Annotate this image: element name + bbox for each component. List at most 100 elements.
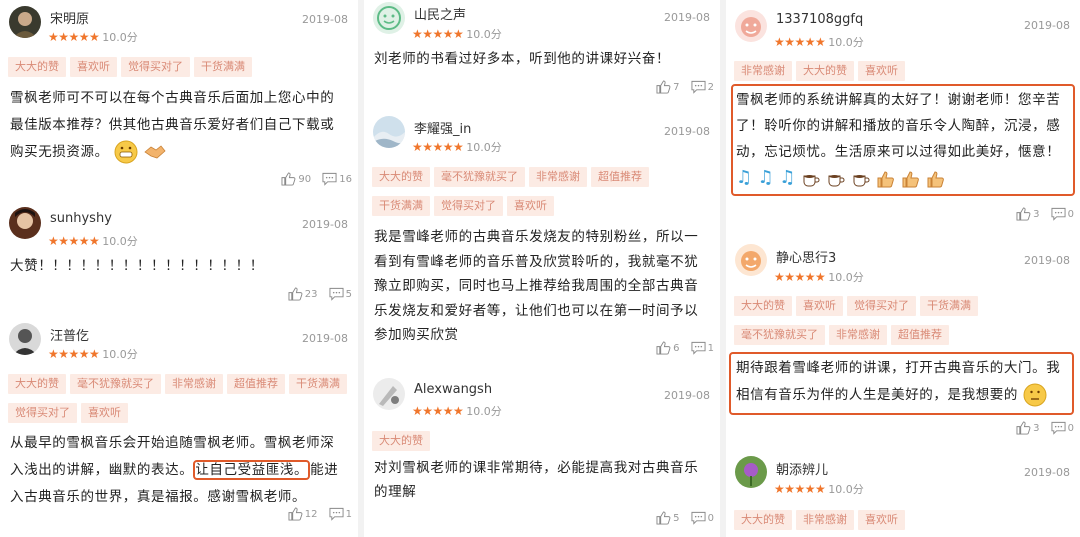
tag[interactable]: 大大的赞	[796, 61, 854, 81]
rating-stars: ★★★★★ 10.0分	[412, 404, 502, 418]
tag[interactable]: 大大的赞	[734, 510, 792, 530]
tag[interactable]: 大大的赞	[8, 374, 66, 394]
like-count: 3	[1033, 422, 1040, 434]
thumbs-up-icon[interactable]	[1016, 207, 1031, 221]
tag[interactable]: 喜欢听	[81, 403, 128, 423]
user-avatar[interactable]	[735, 10, 767, 42]
tag[interactable]: 大大的赞	[372, 431, 430, 451]
coffee-emoji-icon	[803, 175, 820, 187]
review-actions: 7 2	[648, 80, 714, 94]
tag[interactable]: 觉得买对了	[121, 57, 190, 77]
tag[interactable]: 觉得买对了	[8, 403, 77, 423]
tag[interactable]: 超值推荐	[591, 167, 649, 187]
thumbs-up-emoji-icon	[927, 171, 944, 188]
user-avatar[interactable]	[9, 207, 41, 239]
user-avatar[interactable]	[9, 6, 41, 38]
comment-icon[interactable]	[1051, 421, 1066, 435]
review-actions: 90 16	[273, 172, 352, 186]
comment-icon[interactable]	[322, 172, 337, 186]
thumbs-up-icon[interactable]	[1016, 421, 1031, 435]
tag[interactable]: 干货满满	[289, 374, 347, 394]
thinking-face-emoji-icon	[1023, 383, 1047, 407]
handshake-emoji-icon	[143, 145, 166, 159]
tag[interactable]: 非常感谢	[734, 61, 792, 81]
tag[interactable]: 非常感谢	[529, 167, 587, 187]
comment-icon[interactable]	[691, 341, 706, 355]
review-date: 2019-08	[1024, 254, 1070, 267]
thumbs-up-icon[interactable]	[288, 287, 303, 301]
tag[interactable]: 大大的赞	[372, 167, 430, 187]
tag[interactable]: 喜欢听	[70, 57, 117, 77]
like-count: 23	[304, 288, 318, 300]
rating-score: 10.0分	[102, 348, 138, 361]
comment-count: 0	[1067, 422, 1074, 434]
thumbs-up-icon[interactable]	[656, 341, 671, 355]
review-date: 2019-08	[664, 125, 710, 138]
review-date: 2019-08	[302, 13, 348, 26]
tag[interactable]: 喜欢听	[796, 296, 843, 316]
tag[interactable]: 大大的赞	[734, 296, 792, 316]
tag-list: 大大的赞	[372, 429, 714, 458]
comment-count: 1	[707, 342, 714, 354]
review-text: 雪枫老师的系统讲解真的太好了！谢谢老师！您辛苦了！聆听你的讲解和播放的音乐令人陶…	[736, 92, 1061, 188]
rating-score: 10.0分	[466, 405, 502, 418]
user-avatar[interactable]	[373, 2, 405, 34]
username[interactable]: Alexwangsh	[414, 382, 492, 397]
coffee-emoji-icon	[828, 175, 845, 187]
user-avatar[interactable]	[735, 456, 767, 488]
user-avatar[interactable]	[9, 323, 41, 355]
username[interactable]: 汪普仡	[50, 325, 89, 344]
review-text: 大赞！！！！！！！！！！！！！！！！	[10, 258, 264, 274]
tag[interactable]: 非常感谢	[165, 374, 223, 394]
username[interactable]: 李耀强_in	[414, 118, 471, 137]
username[interactable]: 朝添辨儿	[776, 459, 828, 478]
tag[interactable]: 觉得买对了	[434, 196, 503, 216]
tag[interactable]: 觉得买对了	[847, 296, 916, 316]
thumbs-up-icon[interactable]	[656, 511, 671, 525]
tag[interactable]: 毫不犹豫就买了	[70, 374, 161, 394]
user-avatar[interactable]	[735, 244, 767, 276]
tag[interactable]: 毫不犹豫就买了	[734, 325, 825, 345]
username[interactable]: 宋明原	[50, 8, 89, 27]
tag[interactable]: 非常感谢	[829, 325, 887, 345]
tag[interactable]: 非常感谢	[796, 510, 854, 530]
user-avatar[interactable]	[373, 116, 405, 148]
comment-count: 5	[345, 288, 352, 300]
comment-icon[interactable]	[329, 507, 344, 521]
tag[interactable]: 喜欢听	[507, 196, 554, 216]
review-text: 我是雪峰老师的古典音乐发烧友的特别粉丝，所以一看到有雪峰老师的音乐普及欣赏聆听的…	[374, 229, 699, 343]
user-avatar[interactable]	[373, 378, 405, 410]
tag[interactable]: 大大的赞	[8, 57, 66, 77]
tag[interactable]: 干货满满	[372, 196, 430, 216]
thumbs-up-icon[interactable]	[656, 80, 671, 94]
review-date: 2019-08	[302, 332, 348, 345]
comment-icon[interactable]	[1051, 207, 1066, 221]
review-column-2: 山民之声 2019-08 ★★★★★ 10.0分 刘老师的书看过好多本，听到他的讲…	[364, 0, 720, 537]
tag[interactable]: 喜欢听	[858, 510, 905, 530]
thumbs-up-icon[interactable]	[288, 507, 303, 521]
tag[interactable]: 超值推荐	[891, 325, 949, 345]
tag[interactable]: 毫不犹豫就买了	[434, 167, 525, 187]
rating-score: 10.0分	[466, 141, 502, 154]
username[interactable]: 1337108ggfq	[776, 12, 863, 27]
grin-emoji-icon	[114, 140, 138, 164]
username[interactable]: sunhyshy	[50, 211, 112, 226]
review-column-3: 1337108ggfq 2019-08 ★★★★★ 10.0分 非常感谢 大大的赞喜…	[726, 0, 1080, 537]
review-actions: 3 0	[1008, 421, 1074, 435]
username[interactable]: 山民之声	[414, 4, 466, 23]
rating-stars: ★★★★★ 10.0分	[412, 140, 502, 154]
comment-icon[interactable]	[691, 511, 706, 525]
tag[interactable]: 干货满满	[194, 57, 252, 77]
username[interactable]: 静心思行3	[776, 247, 836, 266]
tag[interactable]: 超值推荐	[227, 374, 285, 394]
coffee-emoji-icon	[853, 175, 870, 187]
tag[interactable]: 喜欢听	[858, 61, 905, 81]
thumbs-up-emoji-icon	[877, 171, 894, 188]
tag[interactable]: 干货满满	[920, 296, 978, 316]
review-date: 2019-08	[1024, 466, 1070, 479]
music-note-icon: ♫	[779, 167, 797, 188]
thumbs-up-icon[interactable]	[281, 172, 296, 186]
comment-icon[interactable]	[691, 80, 706, 94]
review-card: 朝添辨儿 2019-08 ★★★★★ 10.0分 大大的赞 非常感谢 喜欢听	[726, 450, 1080, 537]
comment-icon[interactable]	[329, 287, 344, 301]
